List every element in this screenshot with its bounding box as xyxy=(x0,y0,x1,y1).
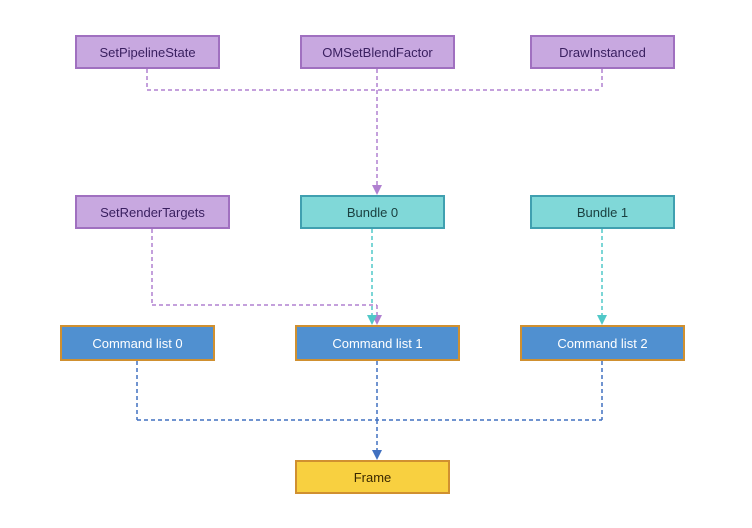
diagram: SetPipelineState OMSetBlendFactor DrawIn… xyxy=(0,0,752,528)
om-set-blend-factor-node: OMSetBlendFactor xyxy=(300,35,455,69)
bundle-1-node: Bundle 1 xyxy=(530,195,675,229)
command-list-1-node: Command list 1 xyxy=(295,325,460,361)
frame-node: Frame xyxy=(295,460,450,494)
bundle-0-node: Bundle 0 xyxy=(300,195,445,229)
set-render-targets-node: SetRenderTargets xyxy=(75,195,230,229)
set-pipeline-state-node: SetPipelineState xyxy=(75,35,220,69)
draw-instanced-node: DrawInstanced xyxy=(530,35,675,69)
command-list-0-node: Command list 0 xyxy=(60,325,215,361)
arrows-svg xyxy=(0,0,752,528)
command-list-2-node: Command list 2 xyxy=(520,325,685,361)
